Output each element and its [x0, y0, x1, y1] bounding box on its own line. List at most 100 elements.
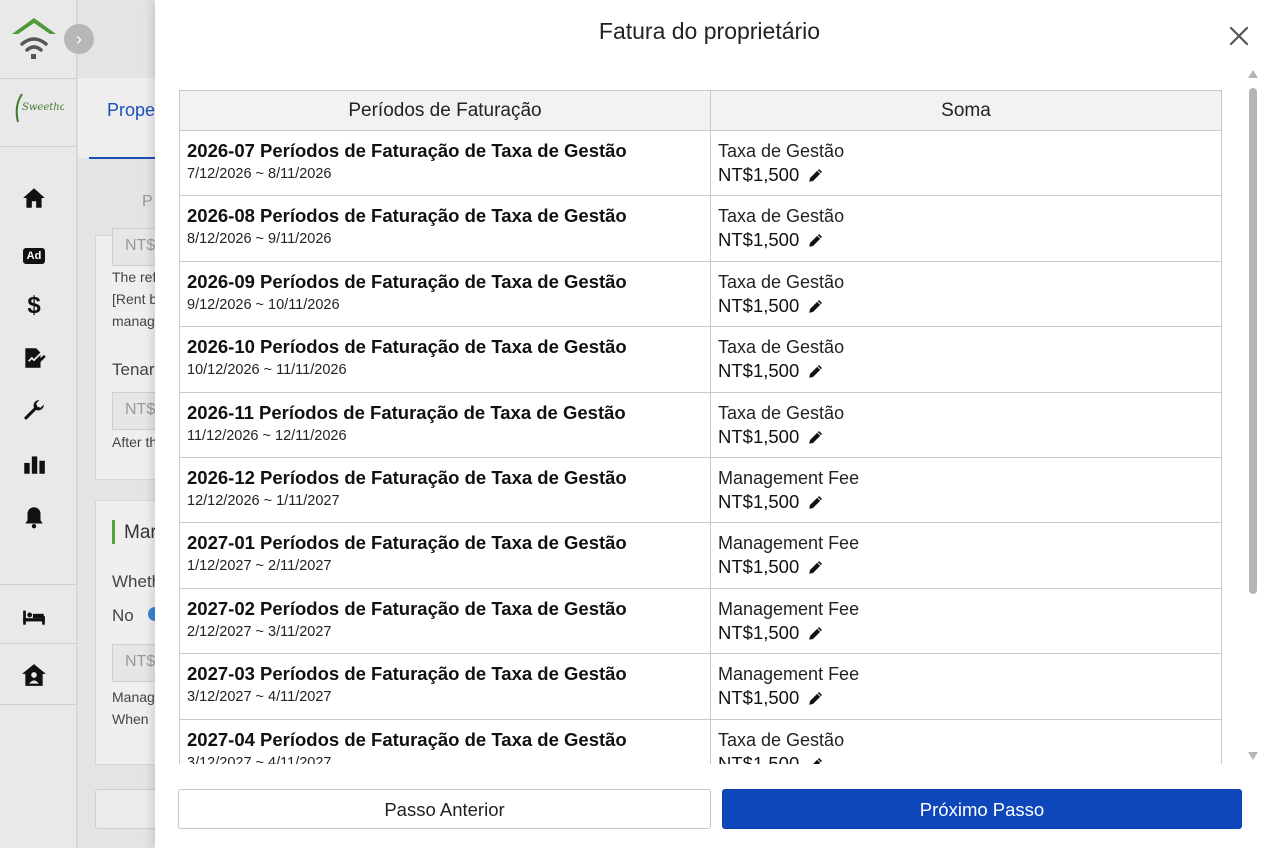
sidebar-divider — [0, 78, 77, 79]
pencil-icon[interactable] — [807, 297, 825, 315]
period-cell: 2026-08 Períodos de Faturação de Taxa de… — [179, 195, 711, 262]
amount-cell: Management Fee NT$1,500 — [710, 456, 1222, 524]
pencil-icon[interactable] — [807, 755, 825, 764]
ad-icon[interactable]: Ad — [20, 238, 48, 266]
period-cell: 2027-02 Períodos de Faturação de Taxa de… — [179, 587, 711, 655]
background-section-accent — [112, 520, 115, 544]
pencil-icon[interactable] — [807, 362, 825, 380]
previous-step-button[interactable]: Passo Anterior — [178, 789, 711, 829]
period-date-range: 8/12/2026 ~ 9/11/2026 — [187, 231, 332, 248]
background-radio-no: No — [112, 606, 134, 625]
table-row: 2027-01 Períodos de Faturação de Taxa de… — [179, 522, 1222, 589]
scroll-down-arrow-icon[interactable] — [1248, 752, 1258, 760]
fee-amount-line: NT$1,500 — [718, 359, 1221, 383]
period-cell: 2026-07 Períodos de Faturação de Taxa de… — [179, 129, 711, 197]
period-cell: 2026-09 Períodos de Faturação de Taxa de… — [179, 260, 711, 328]
amount-cell: Taxa de Gestão NT$1,500 — [710, 195, 1222, 262]
fee-amount: NT$1,500 — [718, 687, 800, 709]
period-name: 2026-08 Períodos de Faturação de Taxa de… — [187, 205, 627, 227]
period-name: 2026-09 Períodos de Faturação de Taxa de… — [187, 270, 627, 292]
amount-cell: Taxa de Gestão NT$1,500 — [710, 326, 1222, 393]
house-user-icon[interactable] — [20, 662, 48, 690]
table-row: 2026-07 Períodos de Faturação de Taxa de… — [179, 129, 1222, 197]
dollar-icon[interactable]: $ — [20, 292, 48, 320]
fee-type: Taxa de Gestão — [718, 402, 845, 423]
background-section-title: Mar — [124, 522, 157, 543]
brand-logo-text: Sweethome — [22, 102, 64, 113]
column-header-amount: Soma — [710, 90, 1222, 131]
sidebar-divider — [0, 704, 77, 705]
amount-cell: Management Fee NT$1,500 — [710, 587, 1222, 655]
period-name: 2026-12 Períodos de Faturação de Taxa de… — [187, 466, 627, 488]
ad-icon-label: Ad — [22, 248, 46, 264]
pencil-icon[interactable] — [807, 689, 825, 707]
bell-icon[interactable] — [20, 504, 48, 532]
period-cell: 2026-12 Períodos de Faturação de Taxa de… — [179, 456, 711, 524]
contract-sign-icon[interactable] — [20, 345, 48, 373]
pencil-icon[interactable] — [807, 558, 825, 576]
background-label-tenant: Tenar — [112, 360, 155, 379]
scroll-up-arrow-icon[interactable] — [1248, 70, 1258, 78]
fee-amount-line: NT$1,500 — [718, 621, 1221, 645]
fee-type: Taxa de Gestão — [718, 141, 845, 161]
pencil-icon[interactable] — [807, 624, 825, 642]
brand-logo: Sweethome — [12, 88, 81, 124]
amount-cell: Taxa de Gestão NT$1,500 — [710, 260, 1222, 328]
table-header-row: Períodos de Faturação Soma — [179, 90, 1222, 131]
background-text-mgmt-1: Manag — [112, 689, 155, 705]
pencil-icon[interactable] — [807, 493, 825, 511]
amount-cell: Taxa de Gestão NT$1,500 — [710, 391, 1222, 458]
period-date-range: 9/12/2026 ~ 10/11/2026 — [187, 296, 340, 313]
table-row: 2027-03 Períodos de Faturação de Taxa de… — [179, 653, 1222, 720]
fee-amount-line: NT$1,500 — [718, 555, 1221, 579]
fee-amount: NT$1,500 — [718, 621, 800, 643]
fee-type: Taxa de Gestão — [718, 271, 845, 292]
fee-amount-line: NT$1,500 — [718, 163, 1221, 187]
fee-amount: NT$1,500 — [718, 490, 800, 512]
table-row: 2026-10 Períodos de Faturação de Taxa de… — [179, 326, 1222, 393]
scrollbar[interactable] — [1247, 70, 1259, 766]
billing-table: Períodos de Faturação Soma 2026-07 Perío… — [179, 90, 1222, 764]
fee-amount-line: NT$1,500 — [718, 425, 1221, 449]
fee-amount: NT$1,500 — [718, 556, 800, 578]
fee-type: Management Fee — [718, 664, 860, 685]
background-text-after: After th — [112, 434, 158, 450]
period-name: 2027-03 Períodos de Faturação de Taxa de… — [187, 663, 627, 685]
fee-amount-line: NT$1,500 — [718, 686, 1221, 710]
fee-amount-line: NT$1,500 — [718, 752, 1221, 764]
owner-invoice-modal: Fatura do proprietário Períodos de Fatur… — [155, 0, 1264, 848]
background-subtab: P — [142, 193, 153, 210]
bar-chart-icon[interactable] — [20, 451, 48, 479]
sidebar-expand-button[interactable]: › — [64, 24, 94, 54]
period-date-range: 10/12/2026 ~ 11/11/2026 — [187, 362, 347, 379]
pencil-icon[interactable] — [807, 428, 825, 446]
billing-table-container[interactable]: Períodos de Faturação Soma 2026-07 Perío… — [179, 90, 1223, 764]
logo-icon — [10, 14, 58, 62]
table-row: 2026-11 Períodos de Faturação de Taxa de… — [179, 391, 1222, 458]
background-text-refund-2: [Rent b — [112, 291, 158, 307]
table-row: 2026-12 Períodos de Faturação de Taxa de… — [179, 456, 1222, 524]
wrench-icon[interactable] — [20, 398, 48, 426]
scrollbar-thumb[interactable] — [1249, 88, 1257, 594]
table-row: 2027-02 Períodos de Faturação de Taxa de… — [179, 587, 1222, 655]
period-name: 2026-07 Períodos de Faturação de Taxa de… — [187, 140, 627, 161]
pencil-icon[interactable] — [807, 231, 825, 249]
period-name: 2026-11 Períodos de Faturação de Taxa de… — [187, 401, 626, 423]
close-icon — [1229, 26, 1249, 46]
fee-amount-line: NT$1,500 — [718, 490, 1221, 514]
sidebar-divider — [0, 146, 77, 147]
close-button[interactable] — [1227, 24, 1251, 48]
fee-amount: NT$1,500 — [718, 294, 800, 316]
fee-type: Management Fee — [718, 467, 860, 488]
pencil-icon[interactable] — [807, 166, 825, 184]
amount-cell: Taxa de Gestão NT$1,500 — [710, 129, 1222, 197]
home-icon[interactable] — [20, 185, 48, 213]
period-cell: 2026-11 Períodos de Faturação de Taxa de… — [179, 391, 711, 458]
modal-footer: Passo Anterior Próximo Passo — [155, 764, 1264, 848]
period-date-range: 7/12/2026 ~ 8/11/2026 — [187, 166, 332, 182]
amount-cell: Management Fee NT$1,500 — [710, 653, 1222, 720]
period-date-range: 2/12/2027 ~ 3/11/2027 — [187, 623, 332, 640]
next-step-button[interactable]: Próximo Passo — [722, 789, 1242, 829]
background-tab-properties: Proper — [107, 100, 162, 120]
bed-icon[interactable] — [20, 603, 48, 631]
